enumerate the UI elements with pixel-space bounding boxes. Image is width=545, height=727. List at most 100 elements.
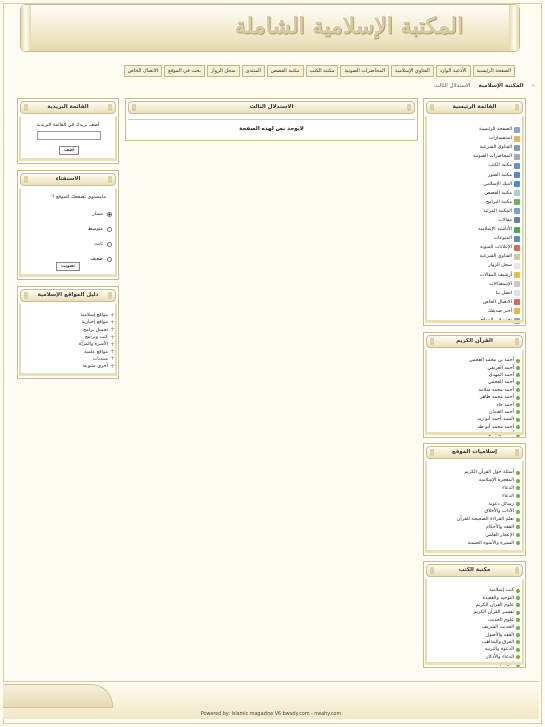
quran-reciter-item[interactable]: أحمد جاد (469, 401, 520, 408)
site-sections-box: إسلاميات الموقع أسئلة حول القرآن الكريم ا… (423, 443, 526, 556)
nav-tab-contact[interactable]: الاتصال الخاص (123, 65, 163, 77)
book-category-item[interactable]: التوحيد والعقيدة (473, 594, 520, 601)
book-category-item[interactable]: تفسير القرآن الكريم (473, 609, 520, 616)
main-menu-item[interactable]: استفسارات (473, 134, 520, 143)
nav-tab-search[interactable]: بحث في الموقع (164, 65, 205, 77)
main-menu-item[interactable]: مقالات (473, 216, 520, 225)
link-category-item[interactable]: + منتديات (79, 356, 115, 363)
main-menu-item[interactable]: المنوعات (473, 234, 520, 243)
site-section-item[interactable]: الدعاء (457, 492, 520, 500)
link-category-item[interactable]: + أخرى متنوعة (79, 363, 115, 370)
main-menu-item[interactable]: الفتاوى الشرعية (473, 252, 520, 261)
nav-tab-books[interactable]: مكتبة الكتب (305, 65, 339, 77)
bullet-icon (516, 655, 520, 660)
radio-button[interactable] (107, 242, 112, 247)
book-category-item-label: علوم الحديث (488, 617, 514, 623)
radio-button[interactable] (107, 227, 112, 232)
book-category-item[interactable]: الدعاء والأذكار (473, 654, 520, 661)
quran-reciter-item[interactable]: السيد أحمد أبو زيد (469, 416, 520, 423)
quran-reciter-item[interactable]: أحمد محمد سلامة (469, 387, 520, 394)
site-section-item[interactable]: الفقه والأحكام (457, 524, 520, 532)
main-menu-item-label: الإعلانات المبوبة (479, 245, 512, 251)
bullet-icon (516, 647, 520, 652)
menu-item-icon (514, 199, 520, 206)
book-category-item[interactable]: الحديث الشريف (473, 624, 520, 631)
quran-reciter-item-label: السيد أحمد أبو زيد (477, 417, 514, 423)
quran-reciter-item[interactable]: أحمد محمد أبو طه (469, 424, 520, 431)
main-menu-box: القائمة الرئيسية الصفحة الرئيسية استفسارا… (423, 98, 526, 326)
main-menu-item[interactable]: الأناشيد الإسلامية (473, 225, 520, 234)
main-menu-item[interactable]: الصفحة الرئيسية (473, 125, 520, 134)
book-category-item[interactable]: كتب إسلامية (473, 587, 520, 594)
nav-tab-stories[interactable]: مكتبة القصص (266, 65, 304, 77)
book-category-item[interactable]: الفرق والمذاهب (473, 639, 520, 646)
poll-option[interactable]: ثابت (42, 237, 112, 252)
bullet-icon (516, 603, 520, 608)
main-menu-item[interactable]: اتصل بنا (473, 289, 520, 298)
site-section-item[interactable]: الإعجاز العلمي (457, 531, 520, 539)
box-footer (20, 158, 116, 161)
breadcrumb-root[interactable]: المكتبة الإسلامية (478, 83, 523, 89)
main-menu-item[interactable]: الفتاوي الشرعية (473, 143, 520, 152)
poll-box: الاستفتاء مامستوى تصفحك للموقع ؟ ممتاز م… (17, 170, 119, 280)
poll-option[interactable]: متوسط (42, 222, 112, 237)
main-menu-item[interactable]: مكتبة البرامج (473, 198, 520, 207)
plus-icon: + (109, 326, 115, 334)
site-section-item[interactable]: المعجزة الإسلامية (457, 477, 520, 485)
books-box: مكتبة الكتب كتب إسلامية التوحيد والعقيدة ع… (423, 561, 526, 668)
main-menu-item[interactable]: المكتبة المرئية (473, 207, 520, 216)
link-category-item[interactable]: + تحميل برامج (79, 327, 115, 334)
main-menu-item[interactable]: مكتبة الكتب (473, 161, 520, 170)
main-menu-item[interactable]: مكتبة الصور (473, 170, 520, 179)
main-menu-item[interactable]: الإعلانات المبوبة (473, 243, 520, 252)
site-section-item[interactable]: تعلم القراءة الصحيحة للقرآن (457, 516, 520, 524)
quran-reciter-item[interactable]: أحمد العريفي (469, 364, 520, 371)
content-box: الاستدلال الثالث لايوجد نص لهذه الصفحة (125, 98, 418, 141)
main-menu-item[interactable]: سجل الزوار (473, 261, 520, 270)
site-section-item[interactable]: رسائل دعوية (457, 500, 520, 508)
site-section-item[interactable]: السيرة والأسوة الحسنة (457, 539, 520, 547)
site-section-item[interactable]: أسئلة حول القرآن الكريم (457, 469, 520, 477)
radio-button[interactable] (107, 257, 112, 262)
nav-tab-forum[interactable]: المنتدى (241, 65, 265, 77)
site-section-item-label: رسائل دعوية (488, 501, 514, 507)
book-category-item[interactable]: علوم القرآن الكريم (473, 602, 520, 609)
link-category-item-label: الأسرة والمرأة (78, 342, 108, 348)
quran-reciter-item[interactable]: أحمد بن محمد العجمي (469, 357, 520, 364)
vote-button[interactable]: تصويت (56, 262, 81, 271)
main-menu-item-label: أخبر صديقك (487, 308, 512, 314)
rail-right (522, 461, 524, 553)
breadcrumb: » المكتبة الإسلامية الاستدلال الثالث (434, 83, 535, 89)
main-menu-item[interactable]: أخبر صديقك (473, 307, 520, 316)
subscribe-button[interactable]: اضف (59, 146, 80, 155)
site-section-item[interactable]: الآداب والأخلاق (457, 508, 520, 516)
main-menu-item-label: أرشيف المقالات (479, 272, 512, 278)
nav-tab-fatwas[interactable]: الفتاوي الإسلامية (391, 65, 434, 77)
bullet-icon (516, 395, 520, 400)
nav-tab-prayers[interactable]: الأدعية الوارد (435, 65, 471, 77)
poll-option[interactable]: ممتاز (42, 207, 112, 222)
nav-tab-home[interactable]: الصفحة الرئيسية (472, 65, 515, 77)
book-category-item[interactable]: الفقه والأصول (473, 631, 520, 638)
site-section-item[interactable]: الدعاء (457, 485, 520, 493)
book-category-item[interactable]: علوم الحديث (473, 617, 520, 624)
main-menu-item-label: المكتبة المرئية (483, 208, 512, 214)
main-menu-item[interactable]: الاتصال الخاص (473, 298, 520, 307)
links-directory-box: دليل المواقع الإسلامية + مواقع إسلامية + مو… (17, 286, 119, 379)
quran-reciter-item[interactable]: أحمد العبدان (469, 409, 520, 416)
book-category-item[interactable]: الدعوة والتربية (473, 646, 520, 653)
nav-tab-guestbook[interactable]: سجل الزوار (206, 65, 240, 77)
quran-reciter-item[interactable]: أحمد محمد طاهر (469, 394, 520, 401)
radio-button[interactable] (107, 212, 112, 217)
nav-tab-audio[interactable]: المحاضرات الصوتية (340, 65, 390, 77)
email-field[interactable] (37, 131, 101, 140)
quran-reciter-item[interactable]: أحمد العجمي (469, 379, 520, 386)
main-menu-item[interactable]: المحاضرات الصوتية (473, 152, 520, 161)
main-menu-item[interactable]: الإستفتاءات (473, 280, 520, 289)
main-menu-item[interactable]: أرشيف المقالات (473, 271, 520, 280)
quran-reciter-item[interactable]: أحمد المهدي (469, 372, 520, 379)
main-menu-item[interactable]: البنك الإسلامي (473, 180, 520, 189)
quran-reciter-item-label: أحمد جاد (496, 402, 514, 408)
main-menu-item[interactable]: مكتبة القصص (473, 189, 520, 198)
bullet-icon (516, 517, 520, 522)
